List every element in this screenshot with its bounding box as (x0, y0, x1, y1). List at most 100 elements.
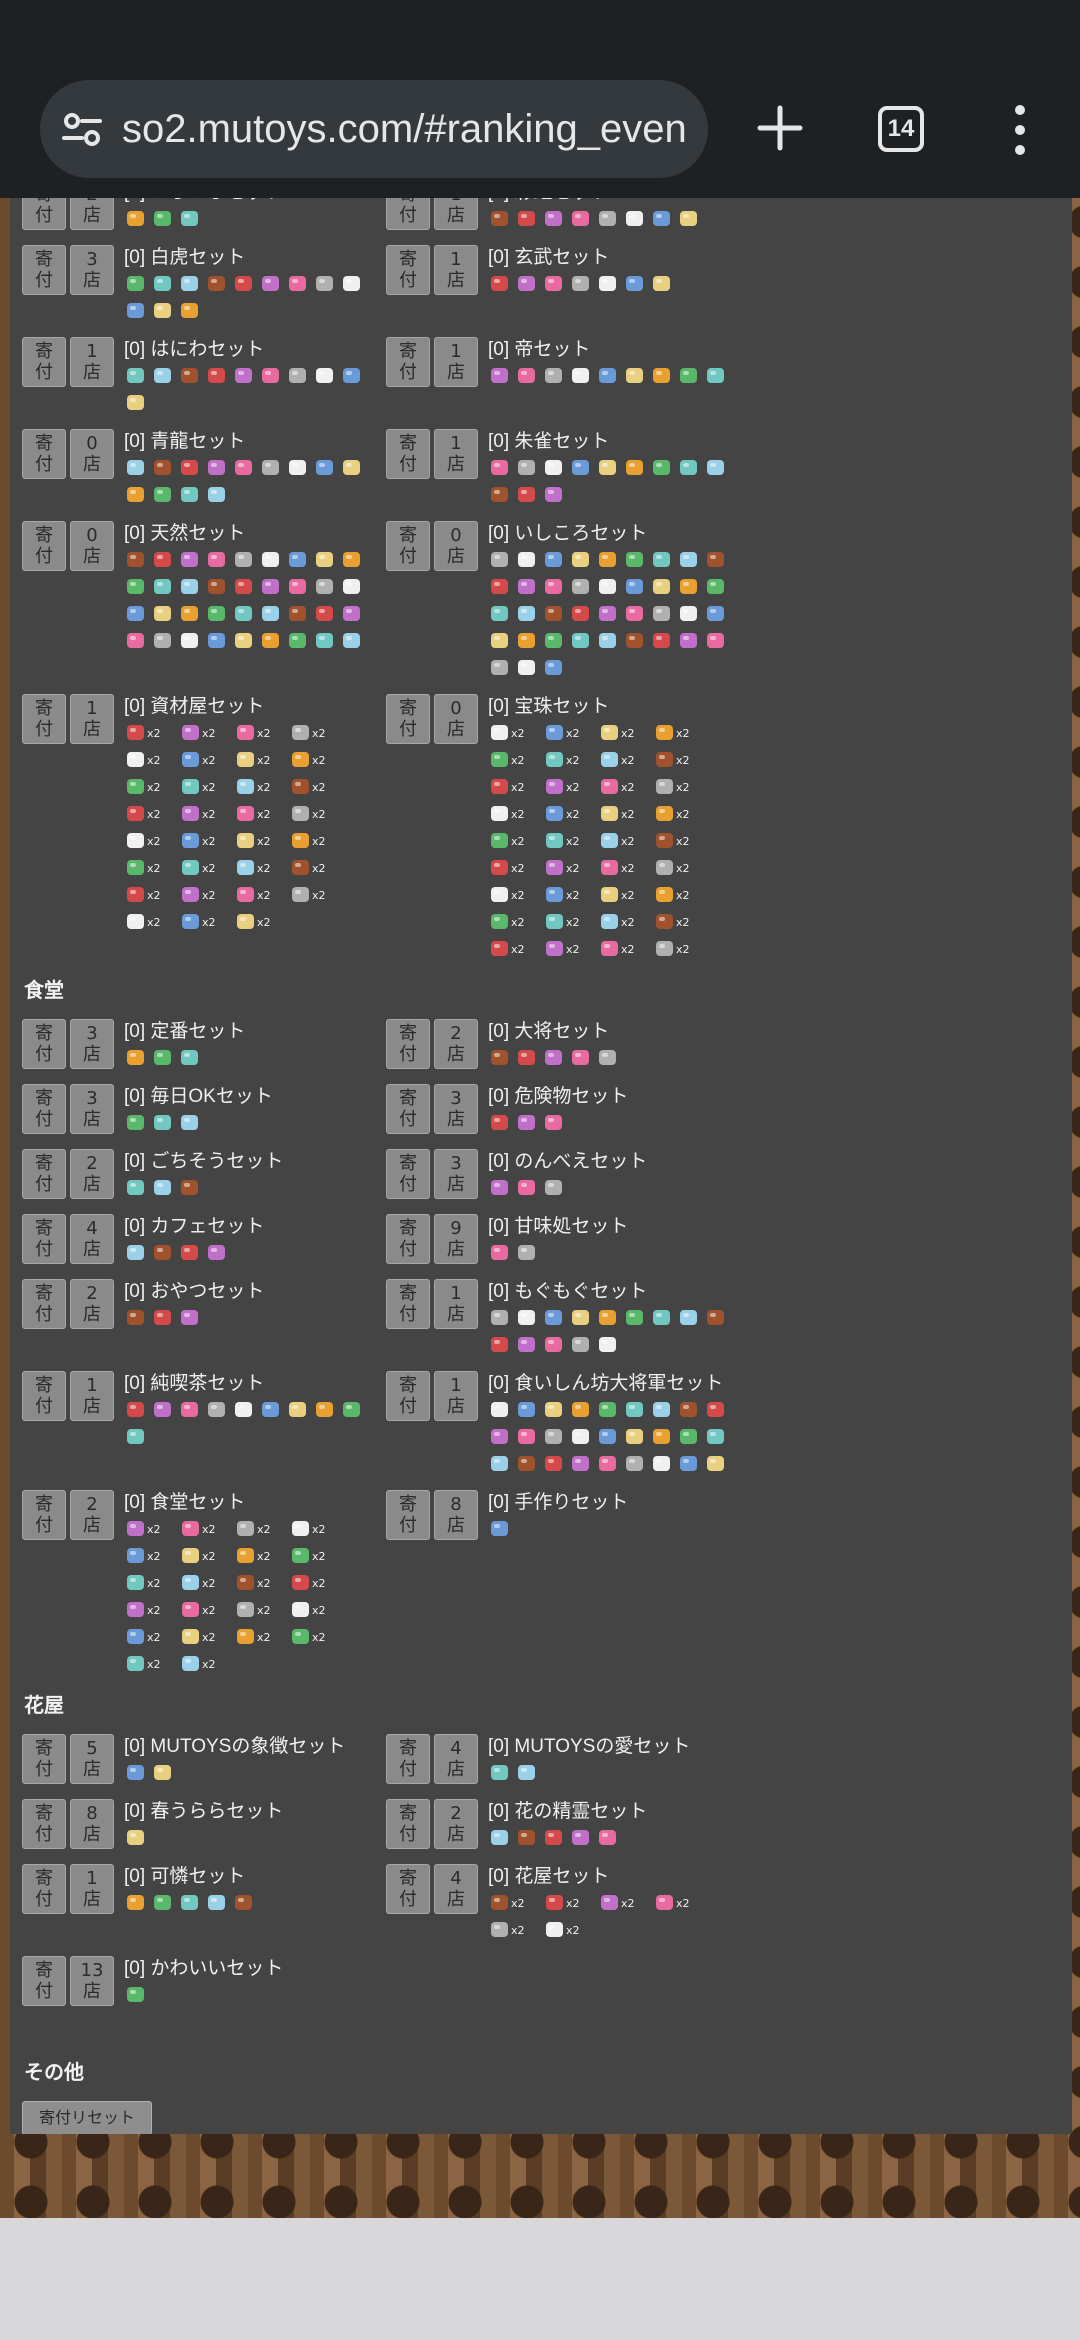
donate-button[interactable]: 寄付 (386, 337, 430, 387)
donate-button[interactable]: 寄付 (22, 1799, 66, 1849)
donate-button[interactable]: 寄付 (22, 1490, 66, 1540)
shop-count-button[interactable]: 8店 (70, 1799, 114, 1849)
shop-count-button-label: 3 (86, 249, 98, 270)
item-icon (286, 365, 310, 387)
donate-button[interactable]: 寄付 (22, 1371, 66, 1421)
shop-count-button[interactable]: 1店 (434, 245, 478, 295)
shop-count-button[interactable]: 1店 (434, 429, 478, 479)
donate-button[interactable]: 寄付 (22, 1149, 66, 1199)
donate-button[interactable]: 寄付 (386, 1371, 430, 1421)
donate-button[interactable]: 寄付 (386, 1490, 430, 1540)
shop-count-button[interactable]: 3店 (70, 245, 114, 295)
item-icon (124, 1984, 148, 2006)
shop-count-button[interactable]: 5店 (70, 1734, 114, 1784)
donate-button[interactable]: 寄付 (22, 1279, 66, 1329)
quantity-label: x2 (676, 1897, 690, 1910)
shop-count-button[interactable]: 1店 (70, 1864, 114, 1914)
shop-count-button[interactable]: 0店 (70, 429, 114, 479)
quantity-label: x2 (621, 889, 635, 902)
item-icon (569, 457, 593, 479)
shop-count-button[interactable]: 2店 (70, 198, 114, 230)
url-text[interactable]: so2.mutoys.com/#ranking_even (122, 107, 697, 152)
shop-count-button[interactable]: 1店 (434, 1371, 478, 1421)
shop-count-button[interactable]: 4店 (434, 1734, 478, 1784)
donate-button[interactable]: 寄付 (386, 198, 430, 230)
more-menu-icon[interactable] (1002, 102, 1038, 158)
shop-count-button[interactable]: 2店 (70, 1279, 114, 1329)
donate-button[interactable]: 寄付 (386, 245, 430, 295)
donate-button[interactable]: 寄付 (386, 1864, 430, 1914)
donate-button[interactable]: 寄付 (22, 521, 66, 571)
shop-count-button-label: 3 (450, 1088, 462, 1109)
shop-count-button[interactable]: 3店 (70, 1084, 114, 1134)
donate-button[interactable]: 寄付 (22, 694, 66, 744)
shop-count-button[interactable]: 4店 (434, 1864, 478, 1914)
donate-button[interactable]: 寄付 (386, 521, 430, 571)
ranking-panel[interactable]: 寄付2店[0] つぶつぶセット寄付1店[0] 彩虹セット寄付3店[0] 白虎セッ… (10, 198, 1072, 2134)
shop-count-button[interactable]: 1店 (434, 337, 478, 387)
shop-count-button[interactable]: 3店 (434, 1149, 478, 1199)
set-title: [0] 食いしん坊大将軍セット (488, 1373, 724, 1394)
address-bar[interactable]: so2.mutoys.com/#ranking_even (40, 80, 708, 178)
shop-count-button[interactable]: 1店 (70, 1371, 114, 1421)
shop-count-button[interactable]: 13 店 (70, 1956, 114, 2006)
quantity-label: x2 (257, 916, 271, 929)
item-icon (515, 1047, 539, 1069)
donate-button[interactable]: 寄付 (22, 337, 66, 387)
donate-button[interactable]: 寄付 (22, 245, 66, 295)
set-title: [0] 花屋セット (488, 1866, 610, 1887)
shop-count-button[interactable]: 0店 (434, 521, 478, 571)
donate-button[interactable]: 寄付 (22, 198, 66, 230)
donate-button[interactable]: 寄付 (386, 1214, 430, 1264)
shop-count-button[interactable]: 2店 (70, 1149, 114, 1199)
shop-count-button[interactable]: 3店 (434, 1084, 478, 1134)
item-icon: x2 (543, 1892, 595, 1914)
quantity-label: x2 (621, 1897, 635, 1910)
shop-count-button[interactable]: 4店 (70, 1214, 114, 1264)
item-icon (515, 1177, 539, 1199)
donate-button[interactable]: 寄付 (22, 1019, 66, 1069)
shop-count-button[interactable]: 1店 (434, 198, 478, 230)
item-icon (124, 1047, 148, 1069)
item-icon: x2 (234, 803, 286, 825)
donate-button[interactable]: 寄付 (386, 1019, 430, 1069)
shop-count-button[interactable]: 1店 (70, 337, 114, 387)
shop-count-button[interactable]: 1店 (70, 694, 114, 744)
new-tab-icon[interactable] (748, 96, 812, 160)
donate-button-label: 付 (399, 1824, 417, 1845)
tab-switcher-button[interactable]: 14 (878, 106, 924, 152)
shop-count-button[interactable]: 9店 (434, 1214, 478, 1264)
site-settings-icon[interactable] (60, 107, 104, 151)
item-icon (488, 549, 512, 571)
shop-count-button[interactable]: 1店 (434, 1279, 478, 1329)
item-icon: x2 (234, 776, 286, 798)
donate-button[interactable]: 寄付 (22, 1214, 66, 1264)
donate-button[interactable]: 寄付 (22, 1734, 66, 1784)
shop-count-button[interactable]: 8店 (434, 1490, 478, 1540)
donate-button[interactable]: 寄付 (386, 1799, 430, 1849)
item-icon: x2 (289, 1599, 341, 1621)
donate-button[interactable]: 寄付 (22, 1084, 66, 1134)
shop-count-button[interactable]: 0店 (434, 694, 478, 744)
donate-button[interactable]: 寄付 (386, 1734, 430, 1784)
donate-button[interactable]: 寄付 (386, 694, 430, 744)
donation-reset-button[interactable]: 寄付リセット (22, 2101, 152, 2134)
donate-button[interactable]: 寄付 (22, 1864, 66, 1914)
donate-button[interactable]: 寄付 (22, 429, 66, 479)
item-icon (704, 1453, 728, 1475)
set-info: [0] 大将セット (488, 1019, 750, 1074)
donate-button[interactable]: 寄付 (386, 1279, 430, 1329)
donate-button[interactable]: 寄付 (22, 1956, 66, 2006)
item-icon: x2 (543, 776, 595, 798)
shop-count-button[interactable]: 3店 (70, 1019, 114, 1069)
shop-count-button[interactable]: 0店 (70, 521, 114, 571)
shop-count-button[interactable]: 2店 (70, 1490, 114, 1540)
item-icon (232, 273, 256, 295)
donate-button[interactable]: 寄付 (386, 429, 430, 479)
shop-count-button-label: 0 (450, 525, 462, 546)
donate-button[interactable]: 寄付 (386, 1149, 430, 1199)
shop-count-button[interactable]: 2店 (434, 1019, 478, 1069)
donate-button[interactable]: 寄付 (386, 1084, 430, 1134)
shop-count-button[interactable]: 2店 (434, 1799, 478, 1849)
set-row: 寄付 8 店 [0] 春うららセット寄付 2 店 [0] 花の精霊セット (10, 1799, 1072, 1854)
